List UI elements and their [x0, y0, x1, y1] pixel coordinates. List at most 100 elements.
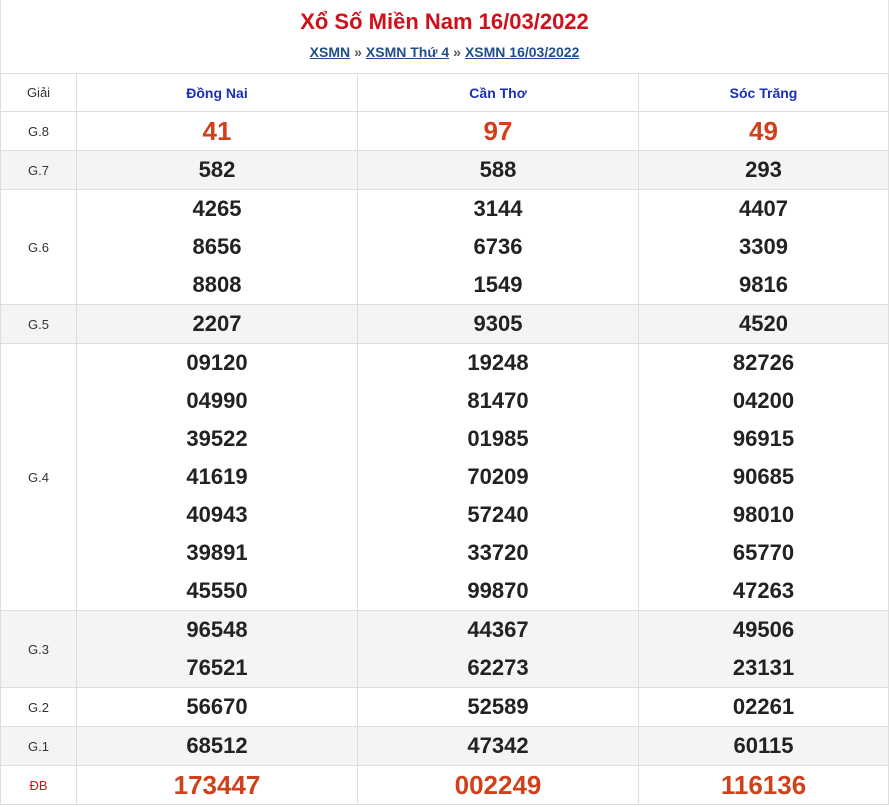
result-cell: 82726 04200 96915 90685 98010 65770 47263 — [638, 343, 889, 611]
result-number: 60115 — [733, 733, 794, 758]
result-cell: 97 — [357, 111, 639, 151]
result-number: 2207 — [192, 311, 242, 336]
table-row: G.2 56670 52589 02261 — [0, 687, 889, 727]
prize-label: G.3 — [0, 610, 77, 688]
result-cell: 116136 — [638, 765, 889, 805]
result-cell: 52589 — [357, 687, 639, 727]
result-number: 47263 — [732, 578, 795, 603]
result-number: 04200 — [732, 388, 795, 413]
result-cell: 293 — [638, 150, 889, 190]
result-cell: 3144 6736 1549 — [357, 189, 639, 305]
result-number: 40943 — [186, 502, 248, 527]
result-number: 3144 — [473, 196, 523, 221]
prize-label: G.7 — [0, 150, 77, 190]
result-number: 01985 — [467, 426, 529, 451]
prize-label: G.4 — [0, 343, 77, 611]
result-number: 82726 — [732, 350, 795, 375]
result-cell: 002249 — [357, 765, 639, 805]
result-number: 62273 — [467, 655, 529, 680]
page-title: Xổ Số Miền Nam 16/03/2022 — [300, 9, 589, 34]
table-header-row: Giải Đồng Nai Cần Thơ Sóc Trăng — [0, 73, 889, 112]
prize-label: G.2 — [0, 687, 77, 727]
special-prize-number: 173447 — [173, 770, 261, 800]
special-prize-number: 002249 — [454, 770, 542, 800]
result-number: 45550 — [186, 578, 248, 603]
result-number: 3309 — [739, 234, 788, 259]
result-number: 90685 — [732, 464, 795, 489]
breadcrumb-link-xsmn-thu4[interactable]: XSMN Thứ 4 — [366, 44, 449, 60]
result-number: 33720 — [467, 540, 529, 565]
table-row: G.5 2207 9305 4520 — [0, 304, 889, 344]
prize-label: G.6 — [0, 189, 77, 305]
results-table: Giải Đồng Nai Cần Thơ Sóc Trăng G.8 41 97 4… — [0, 73, 889, 805]
result-number: 41 — [202, 116, 232, 146]
table-row: G.1 68512 47342 60115 — [0, 726, 889, 766]
breadcrumb-separator: » — [453, 44, 461, 60]
result-number: 56670 — [186, 694, 248, 719]
result-cell: 582 — [76, 150, 358, 190]
breadcrumb-link-xsmn-date[interactable]: XSMN 16/03/2022 — [465, 44, 579, 60]
result-cell: 41 — [76, 111, 358, 151]
result-number: 49506 — [732, 617, 795, 642]
province-header-soc-trang: Sóc Trăng — [638, 73, 889, 112]
breadcrumb-link-xsmn[interactable]: XSMN — [310, 44, 350, 60]
result-number: 04990 — [186, 388, 248, 413]
table-row: G.6 4265 8656 8808 3144 6736 1549 4407 3309 9816 — [0, 189, 889, 305]
result-number: 4407 — [739, 196, 788, 221]
result-cell: 96548 76521 — [76, 610, 358, 688]
table-row: G.7 582 588 293 — [0, 150, 889, 190]
table-row: G.3 96548 76521 44367 62273 49506 23131 — [0, 610, 889, 688]
result-number: 8808 — [192, 272, 242, 297]
result-number: 96548 — [186, 617, 248, 642]
breadcrumb: XSMN» XSMN Thứ 4» XSMN 16/03/2022 — [1, 43, 888, 61]
result-cell: 49506 23131 — [638, 610, 889, 688]
result-cell: 4407 3309 9816 — [638, 189, 889, 305]
result-number: 6736 — [473, 234, 523, 259]
province-header-can-tho: Cần Thơ — [357, 73, 639, 112]
breadcrumb-separator: » — [354, 44, 362, 60]
result-cell: 44367 62273 — [357, 610, 639, 688]
result-number: 19248 — [467, 350, 529, 375]
table-row: ĐB 173447 002249 116136 — [0, 765, 889, 805]
result-number: 588 — [479, 157, 517, 182]
prize-label: ĐB — [0, 765, 77, 805]
result-cell: 19248 81470 01985 70209 57240 33720 99870 — [357, 343, 639, 611]
result-number: 76521 — [186, 655, 248, 680]
result-number: 57240 — [467, 502, 529, 527]
result-number: 1549 — [473, 272, 523, 297]
table-row: G.8 41 97 49 — [0, 111, 889, 151]
result-number: 4265 — [192, 196, 242, 221]
result-cell: 60115 — [638, 726, 889, 766]
result-number: 52589 — [467, 694, 529, 719]
result-number: 81470 — [467, 388, 529, 413]
result-number: 49 — [749, 116, 778, 146]
result-cell: 4520 — [638, 304, 889, 344]
result-cell: 68512 — [76, 726, 358, 766]
result-number: 97 — [483, 116, 513, 146]
result-number: 23131 — [732, 655, 795, 680]
result-number: 65770 — [732, 540, 795, 565]
prize-column-header: Giải — [0, 73, 77, 112]
result-number: 39522 — [186, 426, 248, 451]
result-cell: 2207 — [76, 304, 358, 344]
result-number: 41619 — [186, 464, 248, 489]
province-header-dong-nai: Đồng Nai — [76, 73, 358, 112]
result-cell: 173447 — [76, 765, 358, 805]
result-cell: 588 — [357, 150, 639, 190]
result-number: 8656 — [192, 234, 242, 259]
result-number: 9305 — [473, 311, 523, 336]
result-number: 96915 — [732, 426, 795, 451]
result-number: 44367 — [467, 617, 529, 642]
result-cell: 9305 — [357, 304, 639, 344]
result-cell: 4265 8656 8808 — [76, 189, 358, 305]
results-body: G.8 41 97 49 G.7 582 588 293 G.6 4265 8656 8808 3144… — [0, 111, 889, 805]
table-row: G.4 09120 04990 39522 41619 40943 39891 45550 19… — [0, 343, 889, 611]
result-cell: 02261 — [638, 687, 889, 727]
result-number: 02261 — [732, 694, 795, 719]
result-number: 99870 — [467, 578, 529, 603]
result-number: 68512 — [186, 733, 248, 758]
page-header: Xổ Số Miền Nam 16/03/2022 XSMN» XSMN Thứ … — [0, 0, 889, 73]
result-number: 9816 — [739, 272, 788, 297]
result-number: 293 — [745, 157, 782, 182]
result-number: 4520 — [739, 311, 788, 336]
